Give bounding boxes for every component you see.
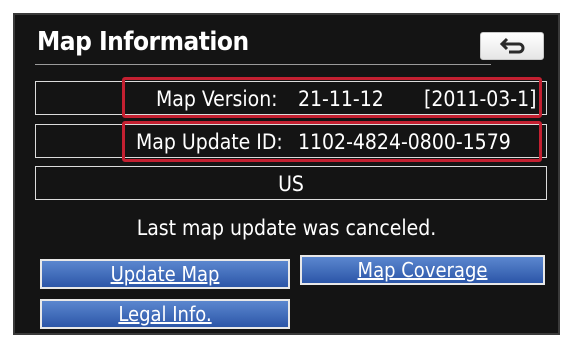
update-map-label: Update Map [110, 262, 220, 286]
map-coverage-button[interactable]: Map Coverage [300, 255, 545, 285]
update-map-button[interactable]: Update Map [40, 259, 290, 289]
region-value: US [278, 172, 304, 196]
region-row: US [35, 166, 547, 200]
highlight-box-update-id [122, 121, 542, 162]
back-button[interactable] [480, 32, 544, 60]
page-title: Map Information [37, 27, 249, 57]
back-arrow-icon [499, 37, 525, 54]
status-message: Last map update was canceled. [136, 216, 437, 240]
legal-info-label: Legal Info. [118, 302, 212, 326]
map-information-screen: Map Information Map Version: 21-11-12 [2… [13, 13, 560, 335]
title-divider [35, 64, 491, 65]
highlight-box-map-version [122, 77, 542, 118]
map-coverage-label: Map Coverage [357, 258, 488, 282]
legal-info-button[interactable]: Legal Info. [40, 299, 290, 329]
